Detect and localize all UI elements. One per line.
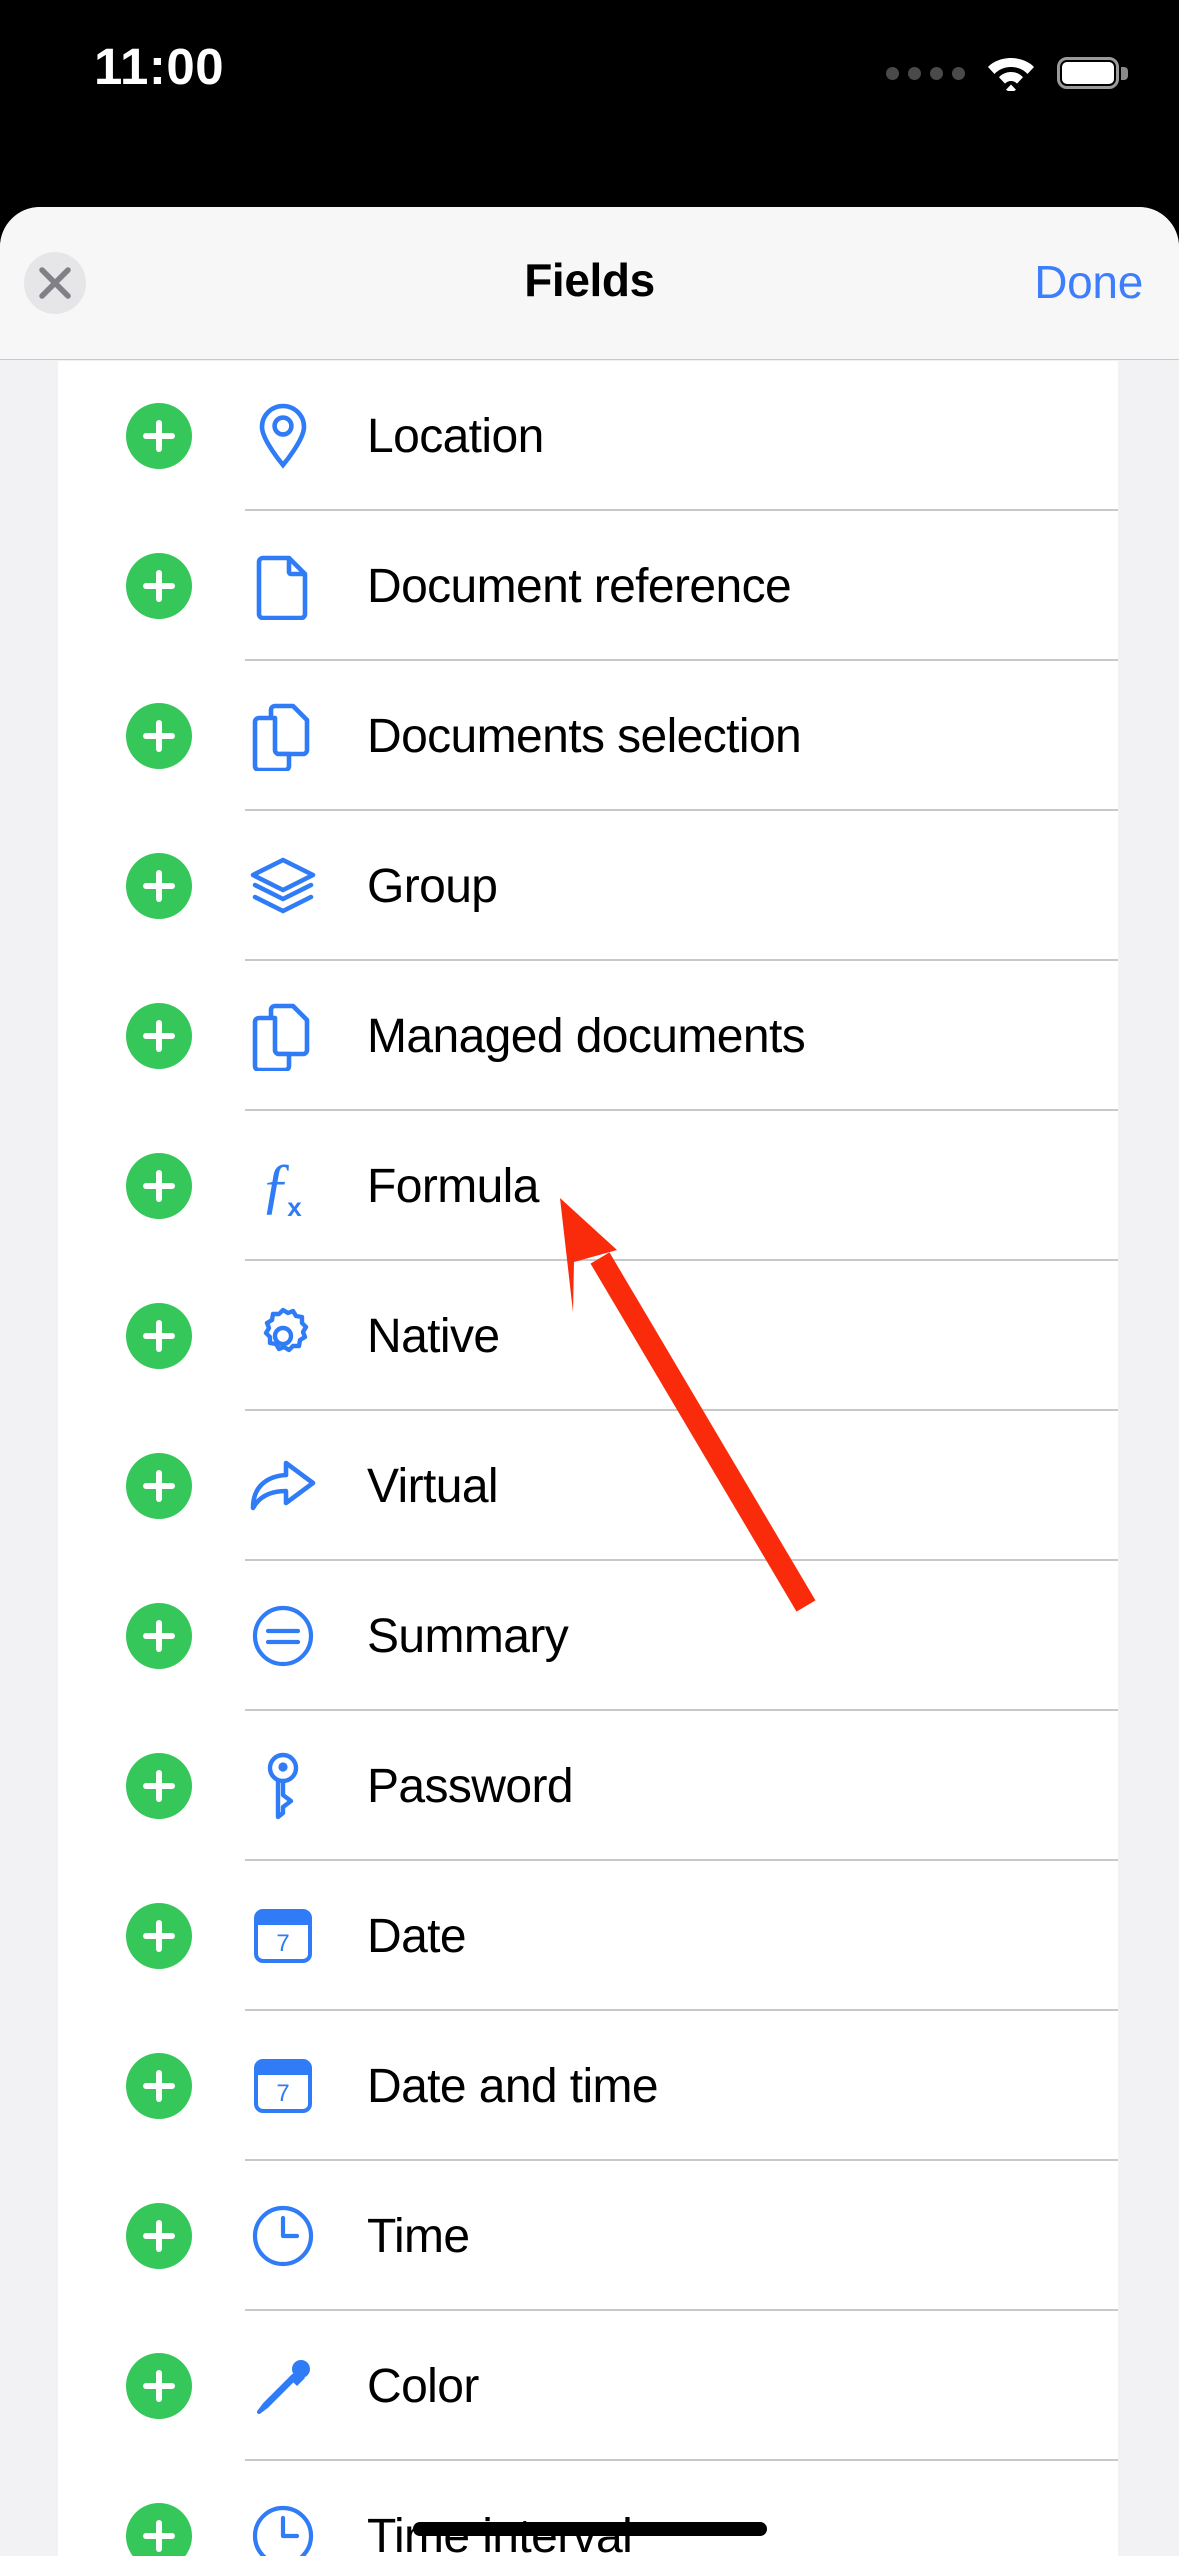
list-item[interactable]: Native bbox=[58, 1261, 1118, 1411]
key-icon bbox=[246, 1750, 320, 1822]
add-field-button[interactable] bbox=[126, 1753, 192, 1819]
status-bar: 11:00 bbox=[0, 0, 1179, 207]
add-field-button[interactable] bbox=[126, 2053, 192, 2119]
list-item[interactable]: Time interval bbox=[58, 2461, 1118, 2556]
page-title: Fields bbox=[524, 254, 655, 306]
list-item[interactable]: Summary bbox=[58, 1561, 1118, 1711]
signal-dots-icon bbox=[886, 66, 965, 80]
list-item[interactable]: Virtual bbox=[58, 1411, 1118, 1561]
list-item-label: Native bbox=[367, 1309, 500, 1363]
clock-icon bbox=[246, 2200, 320, 2272]
function-fx-icon: ƒx bbox=[260, 1152, 302, 1222]
list-item-label: Date bbox=[367, 1909, 467, 1963]
list-item[interactable]: Location bbox=[58, 361, 1118, 511]
add-field-button[interactable] bbox=[126, 2353, 192, 2419]
add-field-button[interactable] bbox=[126, 1303, 192, 1369]
list-item[interactable]: 7 Date and time bbox=[58, 2011, 1118, 2161]
fields-modal-sheet: Fields Done Location Document reference … bbox=[0, 207, 1179, 2556]
add-field-button[interactable] bbox=[126, 1603, 192, 1669]
list-item-label: Color bbox=[367, 2359, 479, 2413]
add-field-button[interactable] bbox=[126, 1453, 192, 1519]
list-item[interactable]: Managed documents bbox=[58, 961, 1118, 1111]
home-indicator bbox=[412, 2522, 767, 2536]
list-item[interactable]: Password bbox=[58, 1711, 1118, 1861]
status-bar-time: 11:00 bbox=[94, 38, 225, 95]
modal-header: Fields Done bbox=[0, 207, 1179, 360]
list-item[interactable]: Document reference bbox=[58, 511, 1118, 661]
list-item-label: Password bbox=[367, 1759, 574, 1813]
list-item-label: Time bbox=[367, 2209, 470, 2263]
layers-icon bbox=[246, 850, 320, 922]
add-field-button[interactable] bbox=[126, 2503, 192, 2556]
list-item-label: Location bbox=[367, 409, 544, 463]
map-pin-icon bbox=[246, 400, 320, 472]
document-icon bbox=[246, 550, 320, 622]
list-item-label: Virtual bbox=[367, 1459, 499, 1513]
add-field-button[interactable] bbox=[126, 703, 192, 769]
add-field-button[interactable] bbox=[126, 403, 192, 469]
svg-text:7: 7 bbox=[276, 2080, 289, 2107]
equals-circle-icon bbox=[246, 1600, 320, 1672]
calendar-icon: 7 bbox=[246, 1900, 320, 1972]
share-arrow-icon bbox=[246, 1450, 320, 1522]
calendar-icon: 7 bbox=[246, 2050, 320, 2122]
list-item[interactable]: 7 Date bbox=[58, 1861, 1118, 2011]
list-item-label: Group bbox=[367, 859, 498, 913]
list-item[interactable]: Color bbox=[58, 2311, 1118, 2461]
battery-full-icon bbox=[1057, 57, 1128, 89]
add-field-button[interactable] bbox=[126, 853, 192, 919]
wifi-icon bbox=[988, 58, 1034, 91]
list-item[interactable]: Group bbox=[58, 811, 1118, 961]
add-field-button[interactable] bbox=[126, 1153, 192, 1219]
gear-icon bbox=[246, 1300, 320, 1372]
add-field-button[interactable] bbox=[126, 1003, 192, 1069]
list-item[interactable]: Documents selection bbox=[58, 661, 1118, 811]
list-item[interactable]: Time bbox=[58, 2161, 1118, 2311]
documents-stack-icon bbox=[246, 700, 320, 772]
svg-text:7: 7 bbox=[276, 1930, 289, 1957]
clock-icon bbox=[246, 2500, 320, 2556]
add-field-button[interactable] bbox=[126, 2203, 192, 2269]
list-item-label: Document reference bbox=[367, 559, 792, 613]
list-item-label: Formula bbox=[367, 1159, 539, 1213]
eyedropper-icon bbox=[246, 2350, 320, 2422]
status-bar-indicators bbox=[886, 55, 1128, 91]
field-type-list: Location Document reference Documents se… bbox=[58, 361, 1118, 2556]
list-item[interactable]: ƒx Formula bbox=[58, 1111, 1118, 1261]
add-field-button[interactable] bbox=[126, 1903, 192, 1969]
list-item-label: Managed documents bbox=[367, 1009, 806, 1063]
documents-stack-icon bbox=[246, 1000, 320, 1072]
list-item-label: Date and time bbox=[367, 2059, 659, 2113]
list-item-label: Summary bbox=[367, 1609, 569, 1663]
list-item-label: Documents selection bbox=[367, 709, 802, 763]
done-button[interactable]: Done bbox=[1034, 255, 1143, 309]
add-field-button[interactable] bbox=[126, 553, 192, 619]
